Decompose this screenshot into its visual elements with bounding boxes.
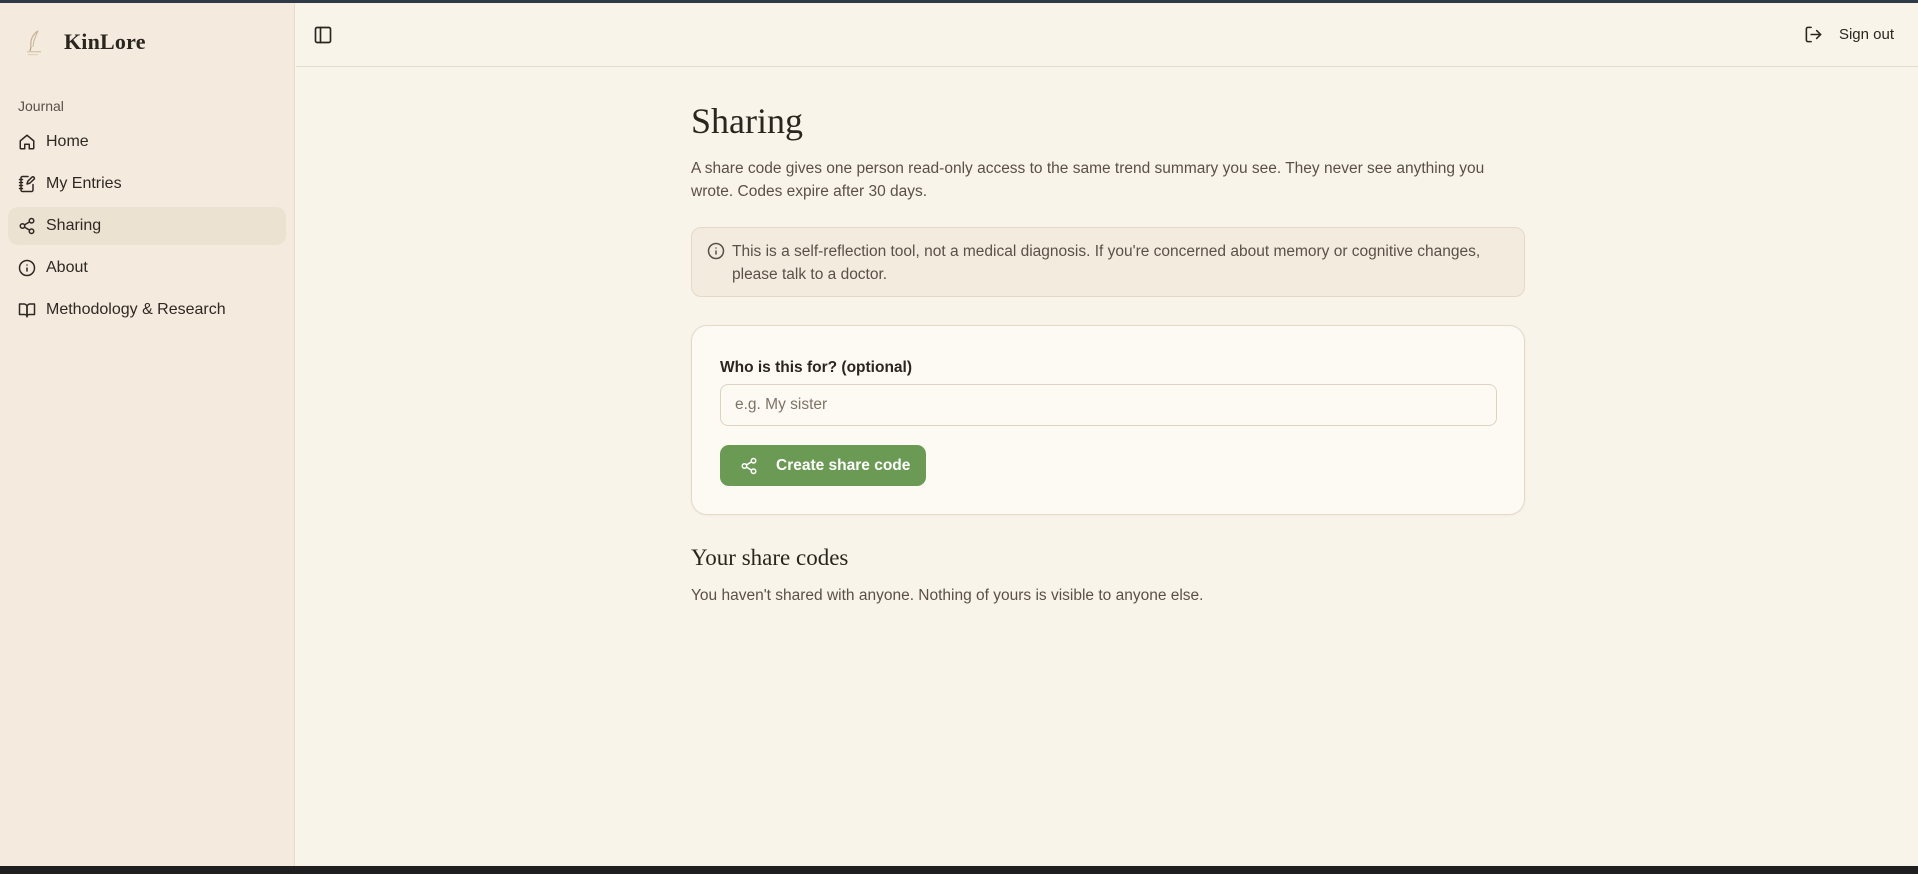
sidebar: KinLore Journal Home My Entries Sharing (0, 3, 295, 866)
app-name: KinLore (64, 29, 146, 54)
share-codes-heading: Your share codes (691, 545, 849, 571)
taskbar-edge (0, 866, 1918, 874)
sign-out-label: Sign out (1838, 26, 1894, 43)
sidebar-item-about[interactable]: About (8, 249, 286, 287)
brand[interactable]: KinLore (22, 27, 146, 57)
create-share-code-button[interactable]: Create share code (720, 445, 926, 487)
share-form-card: Who is this for? (optional) Create share… (691, 325, 1525, 516)
page-description: A share code gives one person read-only … (691, 160, 1485, 201)
sidebar-item-label: About (46, 259, 88, 276)
share-icon (19, 217, 35, 235)
sidebar-item-my-entries[interactable]: My Entries (8, 165, 286, 203)
sign-out-button[interactable]: Sign out (1804, 25, 1894, 44)
sidebar-nav: Home My Entries Sharing About Methodolog… (8, 123, 286, 333)
disclaimer-text: This is a self-reflection tool, not a me… (732, 243, 1481, 284)
recipient-label: Who is this for? (optional) (720, 359, 912, 377)
sidebar-toggle-icon[interactable] (313, 25, 333, 45)
sidebar-item-label: My Entries (46, 175, 122, 192)
info-icon (18, 259, 36, 277)
create-share-code-label: Create share code (776, 456, 911, 474)
sidebar-item-label: Sharing (46, 217, 102, 234)
main-content: Sharing A share code gives one person re… (691, 100, 1525, 605)
info-icon (707, 242, 725, 260)
sidebar-item-sharing[interactable]: Sharing (8, 207, 286, 245)
share-icon (741, 457, 757, 474)
share-codes-empty-state: You haven't shared with anyone. Nothing … (691, 587, 1204, 605)
notebook-pen-icon (18, 175, 36, 193)
log-out-icon (1805, 26, 1822, 43)
home-icon (19, 134, 35, 150)
journal-section-label: Journal (18, 98, 64, 114)
book-open-icon (18, 303, 36, 318)
sidebar-item-home[interactable]: Home (8, 123, 286, 161)
top-bar: Sign out (296, 3, 1918, 67)
logo-icon (27, 30, 41, 56)
sidebar-item-label: Home (46, 133, 89, 150)
sidebar-item-label: Methodology & Research (46, 301, 226, 318)
page-title: Sharing (691, 101, 803, 141)
sidebar-item-methodology[interactable]: Methodology & Research (8, 291, 286, 329)
recipient-input[interactable] (720, 384, 1497, 427)
disclaimer-notice: This is a self-reflection tool, not a me… (691, 227, 1525, 298)
